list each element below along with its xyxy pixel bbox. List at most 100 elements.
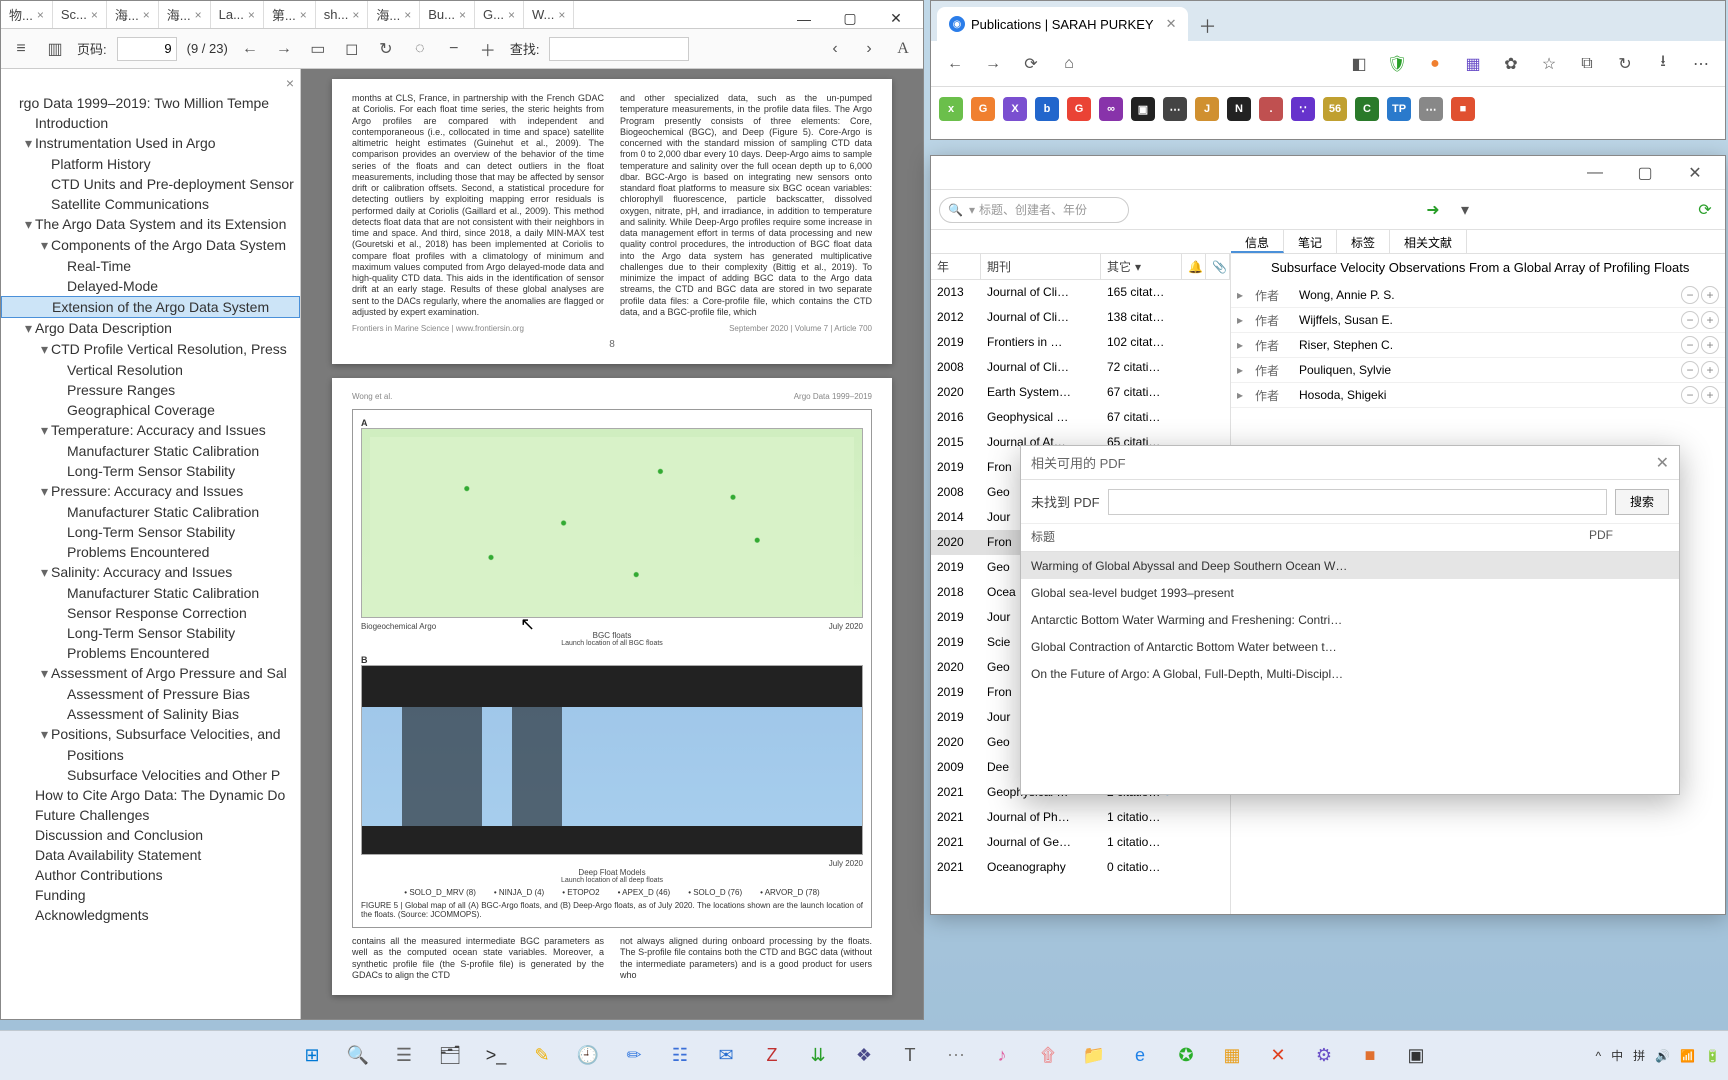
outline-item[interactable]: rgo Data 1999–2019: Two Million Tempe [1, 93, 300, 113]
taskbar-app-icon[interactable]: ⇊ [798, 1036, 838, 1076]
pdf-doc-tab[interactable]: Bu...× [420, 1, 475, 29]
popup-item[interactable]: Global Contraction of Antarctic Bottom W… [1021, 633, 1679, 660]
bookmark-icon[interactable]: x [939, 97, 963, 121]
close-button[interactable]: ✕ [1673, 159, 1717, 187]
outline-item[interactable]: Introduction [1, 113, 300, 133]
outline-item[interactable]: Acknowledgments [1, 905, 300, 925]
taskbar-app-icon[interactable]: e [1120, 1036, 1160, 1076]
outline-item[interactable]: Subsurface Velocities and Other P [1, 765, 300, 785]
popup-result-list[interactable]: Warming of Global Abyssal and Deep South… [1021, 552, 1679, 794]
maximize-button[interactable]: ▢ [827, 4, 873, 34]
detail-tab[interactable]: 相关文献 [1390, 230, 1467, 253]
tab-close-icon[interactable]: × [558, 8, 565, 22]
taskbar-app-icon[interactable]: ▦ [1212, 1036, 1252, 1076]
bookmark-icon[interactable]: ∞ [1099, 97, 1123, 121]
outline-item[interactable]: ▾The Argo Data System and its Extension [1, 214, 300, 235]
add-icon[interactable]: + [1701, 386, 1719, 404]
collections-icon[interactable]: ⧉ [1571, 48, 1603, 80]
browser-tab[interactable]: ◉ Publications | SARAH PURKEY ✕ [937, 7, 1188, 41]
tab-close-icon[interactable]: × [143, 8, 150, 22]
minimize-button[interactable]: — [781, 4, 827, 34]
taskbar-app-icon[interactable]: ✉ [706, 1036, 746, 1076]
outline-item[interactable]: ▾CTD Profile Vertical Resolution, Press [1, 339, 300, 360]
list-item[interactable]: 2008Journal of Cli…72 citati… [931, 355, 1230, 380]
outline-item[interactable]: Long-Term Sensor Stability [1, 522, 300, 542]
outline-item[interactable]: Manufacturer Static Calibration [1, 583, 300, 603]
outline-item[interactable]: Author Contributions [1, 865, 300, 885]
pdf-doc-tab[interactable]: sh...× [316, 1, 369, 29]
taskbar-app-icon[interactable]: ▣ [1396, 1036, 1436, 1076]
taskbar-app-icon[interactable]: T [890, 1036, 930, 1076]
taskbar-app-icon[interactable]: 🔍 [338, 1036, 378, 1076]
taskbar-app-icon[interactable]: >_ [476, 1036, 516, 1076]
pdf-doc-tab[interactable]: 第...× [264, 1, 316, 29]
tab-close-icon[interactable]: × [508, 8, 515, 22]
bookmark-icon[interactable]: 56 [1323, 97, 1347, 121]
pdf-doc-tab[interactable]: W...× [524, 1, 574, 29]
add-icon[interactable]: + [1701, 311, 1719, 329]
popup-close-icon[interactable]: ✕ [1656, 453, 1669, 473]
fit-width-icon[interactable]: ▭ [306, 37, 330, 61]
tab-close-icon[interactable]: × [248, 8, 255, 22]
list-item[interactable]: 2016Geophysical …67 citati… [931, 405, 1230, 430]
list-item[interactable]: 2020Earth System…67 citati… [931, 380, 1230, 405]
bookmark-icon[interactable]: G [1067, 97, 1091, 121]
bookmark-icon[interactable]: ∵ [1291, 97, 1315, 121]
outline-item[interactable]: Geographical Coverage [1, 400, 300, 420]
pdf-doc-tab[interactable]: La...× [211, 1, 264, 29]
tab-close-icon[interactable]: × [195, 8, 202, 22]
popup-item[interactable]: Warming of Global Abyssal and Deep South… [1021, 552, 1679, 579]
popup-search-input[interactable] [1108, 489, 1607, 515]
outline-item[interactable]: Extension of the Argo Data System [1, 296, 300, 318]
taskbar-app-icon[interactable]: ✪ [1166, 1036, 1206, 1076]
next-page-button[interactable]: → [272, 37, 296, 61]
bookmark-icon[interactable]: . [1259, 97, 1283, 121]
outline-item[interactable]: Discussion and Conclusion [1, 825, 300, 845]
taskbar-app-icon[interactable]: 🕘 [568, 1036, 608, 1076]
remove-icon[interactable]: − [1681, 336, 1699, 354]
ext-icon[interactable]: ◧ [1343, 48, 1375, 80]
new-tab-button[interactable]: ＋ [1192, 11, 1222, 41]
pdf-doc-tab[interactable]: 海...× [107, 1, 159, 29]
menu-icon[interactable]: ≡ [9, 37, 33, 61]
dropdown-icon[interactable]: ▾ [1453, 198, 1477, 222]
tray-icon[interactable]: 🔋 [1705, 1049, 1720, 1063]
col-attach-icon[interactable]: 📎 [1206, 254, 1230, 279]
bookmark-icon[interactable]: N [1227, 97, 1251, 121]
find-prev-icon[interactable]: ‹ [823, 37, 847, 61]
tab-close-icon[interactable]: × [404, 8, 411, 22]
author-row[interactable]: ▸作者Pouliquen, Sylvie−+ [1231, 358, 1725, 383]
detail-tab[interactable]: 笔记 [1284, 230, 1337, 253]
list-item[interactable]: 2012Journal of Cli…138 citat… [931, 305, 1230, 330]
outline-item[interactable]: ▾Instrumentation Used in Argo [1, 133, 300, 154]
bookmark-icon[interactable]: C [1355, 97, 1379, 121]
add-icon[interactable]: + [1701, 361, 1719, 379]
home-icon[interactable]: ⌂ [1053, 48, 1085, 80]
locate-icon[interactable]: ➜ [1421, 198, 1445, 222]
bookmark-icon[interactable]: J [1195, 97, 1219, 121]
outline-item[interactable]: Funding [1, 885, 300, 905]
bookmark-icon[interactable]: X [1003, 97, 1027, 121]
col-extra[interactable]: 其它▾ [1101, 254, 1182, 279]
outline-item[interactable]: Pressure Ranges [1, 380, 300, 400]
taskbar-app-icon[interactable]: ⊞ [292, 1036, 332, 1076]
col-pdf[interactable]: PDF [1579, 524, 1679, 551]
sync-icon[interactable]: ⟳ [1693, 198, 1717, 222]
tab-close-icon[interactable]: × [459, 8, 466, 22]
taskbar-app-icon[interactable]: ۩ [1028, 1036, 1068, 1076]
pdf-doc-tab[interactable]: 海...× [159, 1, 211, 29]
pdf-doc-tab[interactable]: 物...× [1, 1, 53, 29]
outline-item[interactable]: Sensor Response Correction [1, 603, 300, 623]
outline-item[interactable]: Platform History [1, 154, 300, 174]
history-icon[interactable]: ↻ [1609, 48, 1641, 80]
taskbar-app-icon[interactable]: ✎ [522, 1036, 562, 1076]
outline-item[interactable]: ▾Pressure: Accuracy and Issues [1, 481, 300, 502]
list-item[interactable]: 2021Oceanography0 citatio… [931, 855, 1230, 880]
popup-item[interactable]: Antarctic Bottom Water Warming and Fresh… [1021, 606, 1679, 633]
list-item[interactable]: 2013Journal of Cli…165 citat… [931, 280, 1230, 305]
outline-item[interactable]: How to Cite Argo Data: The Dynamic Do [1, 785, 300, 805]
pdf-doc-tab[interactable]: 海...× [368, 1, 420, 29]
outline-item[interactable]: Future Challenges [1, 805, 300, 825]
taskbar-app-icon[interactable]: ✏ [614, 1036, 654, 1076]
outline-item[interactable]: Satellite Communications [1, 194, 300, 214]
